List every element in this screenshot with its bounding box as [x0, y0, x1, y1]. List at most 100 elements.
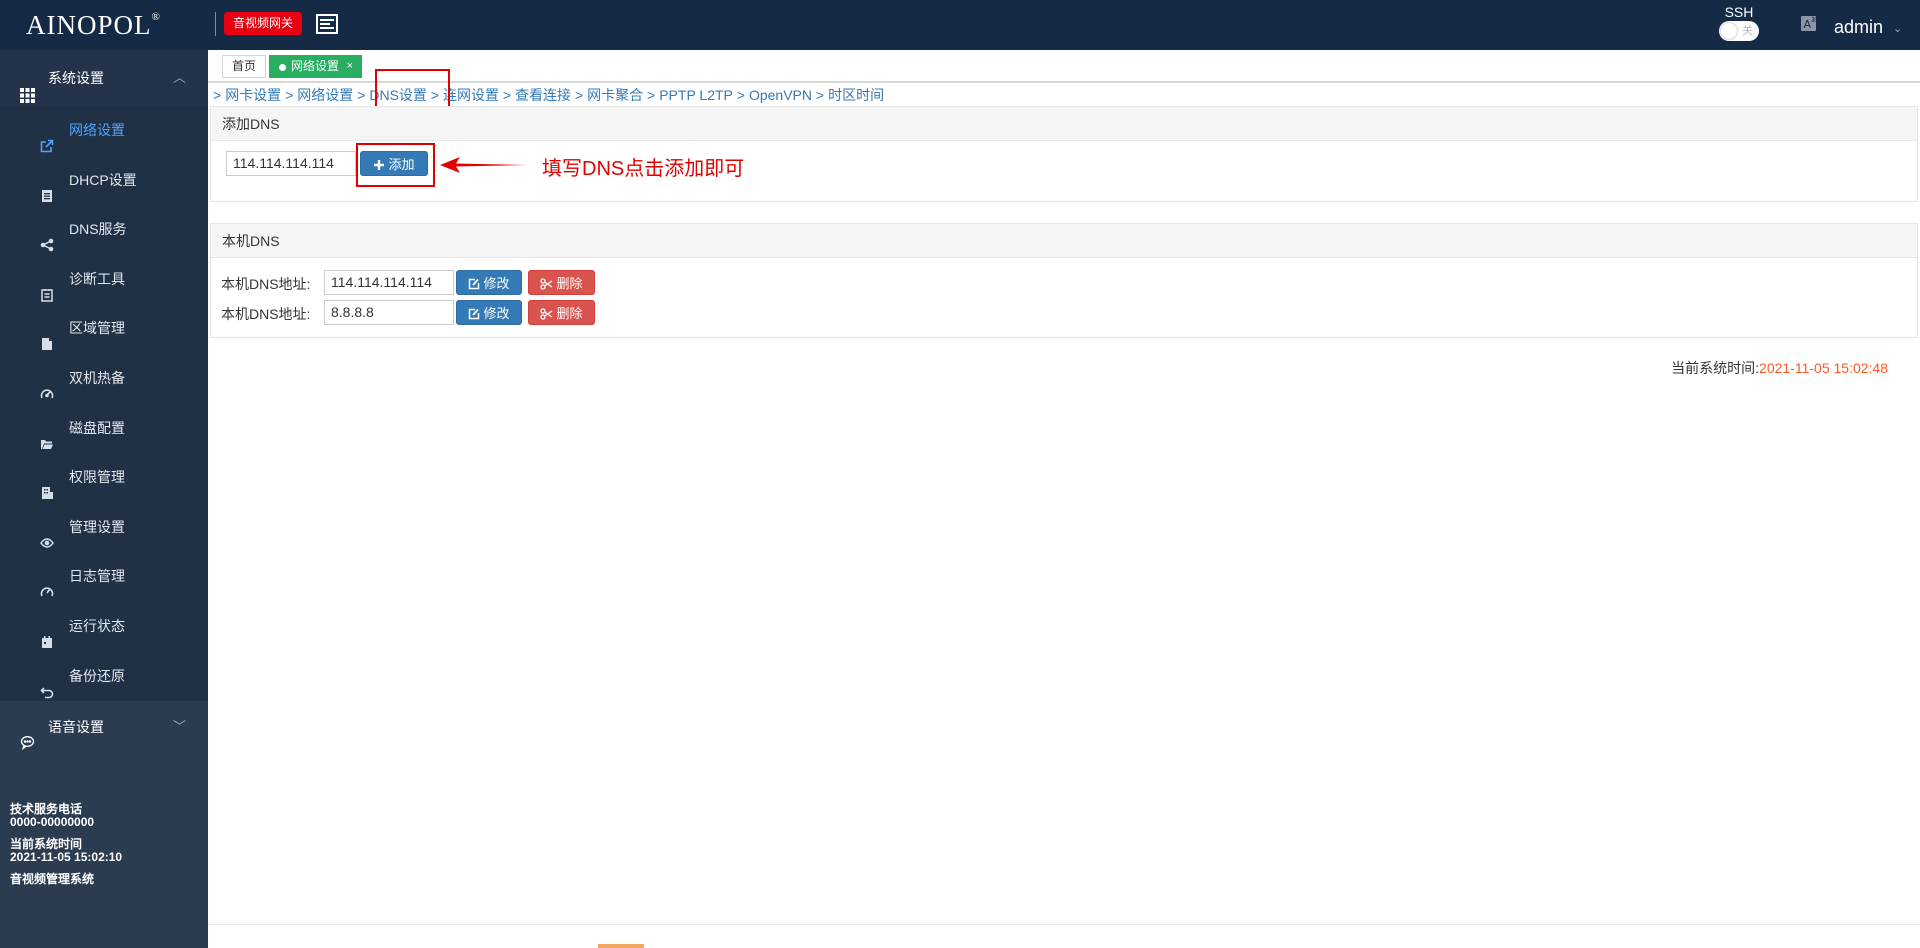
sidebar-item-label: 网络设置	[69, 122, 125, 138]
edit-icon	[469, 278, 480, 290]
sidebar-item-label: 权限管理	[69, 469, 125, 486]
sidebar-item-hot-standby[interactable]: 双机热备	[0, 354, 208, 404]
document-icon	[40, 174, 54, 202]
sidebar-item-permission-management[interactable]: 权限管理	[0, 453, 208, 503]
subnav-pptp-l2tp[interactable]: > PPTP L2TP	[647, 84, 733, 106]
sidebar-group-system-settings[interactable]: 系统设置 ︿	[0, 50, 208, 106]
building-icon	[40, 471, 54, 500]
gauge-icon	[40, 570, 54, 597]
chevron-down-icon[interactable]: ⌄	[1893, 22, 1902, 35]
sidebar-group-voice-settings[interactable]: 语音设置 ﹀	[0, 701, 208, 753]
product-badge: 音视频网关	[224, 12, 303, 35]
subnav-view-connections[interactable]: > 查看连接	[503, 84, 571, 106]
dashboard-icon	[40, 372, 54, 399]
svg-text:あ: あ	[1811, 17, 1817, 24]
chevron-right-icon: >	[647, 87, 656, 103]
tab-label: 网络设置	[291, 59, 340, 73]
subnav-nic-settings[interactable]: > 网卡设置	[213, 84, 281, 106]
edit-icon	[469, 308, 480, 320]
edit-button[interactable]: 修改	[456, 300, 522, 325]
add-dns-panel: 添加DNS	[210, 106, 1918, 202]
chevron-right-icon: >	[502, 87, 512, 103]
ssh-switch[interactable]: SSH 关	[1718, 4, 1760, 44]
menu-toggle-icon[interactable]	[316, 13, 338, 35]
sidebar-item-label: 区域管理	[69, 320, 125, 337]
sidebar-item-running-status[interactable]: 运行状态	[0, 602, 208, 652]
top-bar: AINOPOL® 音视频网关 SSH 关 A あ admin ⌄	[0, 0, 1920, 50]
registered-mark: ®	[151, 11, 161, 23]
calendar-icon	[40, 620, 54, 648]
delete-button[interactable]: 删除	[528, 300, 595, 325]
dns-value-field[interactable]: 114.114.114.114	[324, 270, 454, 295]
share-icon	[40, 223, 54, 252]
undo-icon	[40, 670, 54, 698]
sidebar-item-label: 磁盘配置	[69, 419, 125, 436]
system-time-value: 2021-11-05 15:02:48	[1759, 360, 1888, 376]
divider	[208, 924, 1920, 925]
chevron-right-icon: >	[815, 87, 825, 103]
sidebar-item-network-settings[interactable]: 网络设置	[0, 106, 208, 156]
sidebar-item-log-management[interactable]: 日志管理	[0, 552, 208, 602]
translate-icon[interactable]: A あ	[1800, 15, 1819, 34]
divider	[215, 12, 216, 36]
dns-input[interactable]: 114.114.114.114	[226, 151, 356, 176]
ssh-toggle[interactable]: 关	[1719, 21, 1759, 41]
sidebar-item-label: 日志管理	[69, 568, 125, 585]
dns-row-label: 本机DNS地址:	[221, 276, 311, 292]
sidebar-item-label: DHCP设置	[69, 171, 137, 188]
user-menu[interactable]: admin	[1834, 17, 1883, 38]
scissors-icon	[540, 308, 553, 320]
edit-button[interactable]: 修改	[456, 270, 522, 295]
chevron-right-icon: >	[213, 87, 222, 103]
ssh-state: 关	[1742, 25, 1753, 37]
panel-title: 添加DNS	[211, 107, 1917, 141]
sidebar-item-label: 诊断工具	[69, 270, 125, 287]
highlight-add-button	[356, 143, 435, 187]
chevron-down-icon: ﹀	[172, 719, 186, 735]
tab-home[interactable]: 首页	[222, 55, 267, 78]
panel-title: 本机DNS	[211, 224, 1917, 258]
sidebar-info: 技术服务电话 0000-00000000 当前系统时间 2021-11-05 1…	[10, 803, 122, 886]
annotation-arrow-icon	[440, 157, 528, 173]
sidebar-item-label: 双机热备	[69, 369, 125, 386]
sidebar-item-label: DNS服务	[69, 221, 127, 238]
file-icon	[40, 322, 54, 351]
sidebar-item-admin-settings[interactable]: 管理设置	[0, 503, 208, 553]
scrollbar-thumb[interactable]	[598, 944, 644, 948]
sidebar-item-disk-config[interactable]: 磁盘配置	[0, 404, 208, 454]
sidebar-item-label: 管理设置	[69, 518, 125, 535]
sidebar-item-zone-management[interactable]: 区域管理	[0, 304, 208, 354]
system-time: 2021-11-05 15:02:10	[10, 850, 123, 864]
logo-text: AINOPOL	[26, 10, 152, 40]
sidebar: 系统设置 ︿ 网络设置 DHCP设置 DNS服务 诊断工具 区域管理 双机热备 …	[0, 50, 208, 948]
sidebar-submenu: 网络设置 DHCP设置 DNS服务 诊断工具 区域管理 双机热备 磁盘配置 权限…	[0, 106, 208, 702]
sidebar-item-dns-service[interactable]: DNS服务	[0, 205, 208, 255]
sidebar-group-label: 系统设置	[48, 70, 104, 86]
dns-value-field[interactable]: 8.8.8.8	[324, 300, 454, 325]
delete-button[interactable]: 删除	[528, 270, 595, 295]
chevron-up-icon: ︿	[172, 70, 186, 85]
tab-bar: 首页 网络设置 ×	[208, 50, 1920, 83]
system-name: 音视频管理系统	[10, 872, 95, 886]
sidebar-item-dhcp-settings[interactable]: DHCP设置	[0, 156, 208, 206]
subnav-timezone[interactable]: > 时区时间	[816, 84, 884, 106]
close-icon[interactable]: ×	[347, 56, 353, 77]
subnav-nic-bonding[interactable]: > 网卡聚合	[575, 84, 643, 106]
eye-icon	[40, 521, 54, 548]
sidebar-item-diagnostic-tools[interactable]: 诊断工具	[0, 255, 208, 305]
annotation-text: 填写DNS点击添加即可	[542, 158, 745, 180]
sidebar-item-backup-restore[interactable]: 备份还原	[0, 652, 208, 702]
subnav-network-settings[interactable]: > 网络设置	[285, 84, 353, 106]
chevron-right-icon: >	[736, 87, 745, 103]
ssh-label: SSH	[1724, 4, 1754, 20]
external-link-icon	[40, 124, 54, 153]
current-system-time: 当前系统时间:2021-11-05 15:02:48	[1671, 358, 1888, 378]
folder-open-icon	[40, 422, 54, 449]
chevron-right-icon: >	[285, 87, 294, 103]
chat-icon	[20, 719, 35, 751]
tab-active-dot	[279, 64, 286, 71]
clipboard-icon	[40, 273, 54, 302]
system-time-label: 当前系统时间:	[1671, 360, 1760, 376]
subnav-openvpn[interactable]: > OpenVPN	[737, 84, 812, 106]
tab-network-settings[interactable]: 网络设置 ×	[269, 55, 363, 78]
